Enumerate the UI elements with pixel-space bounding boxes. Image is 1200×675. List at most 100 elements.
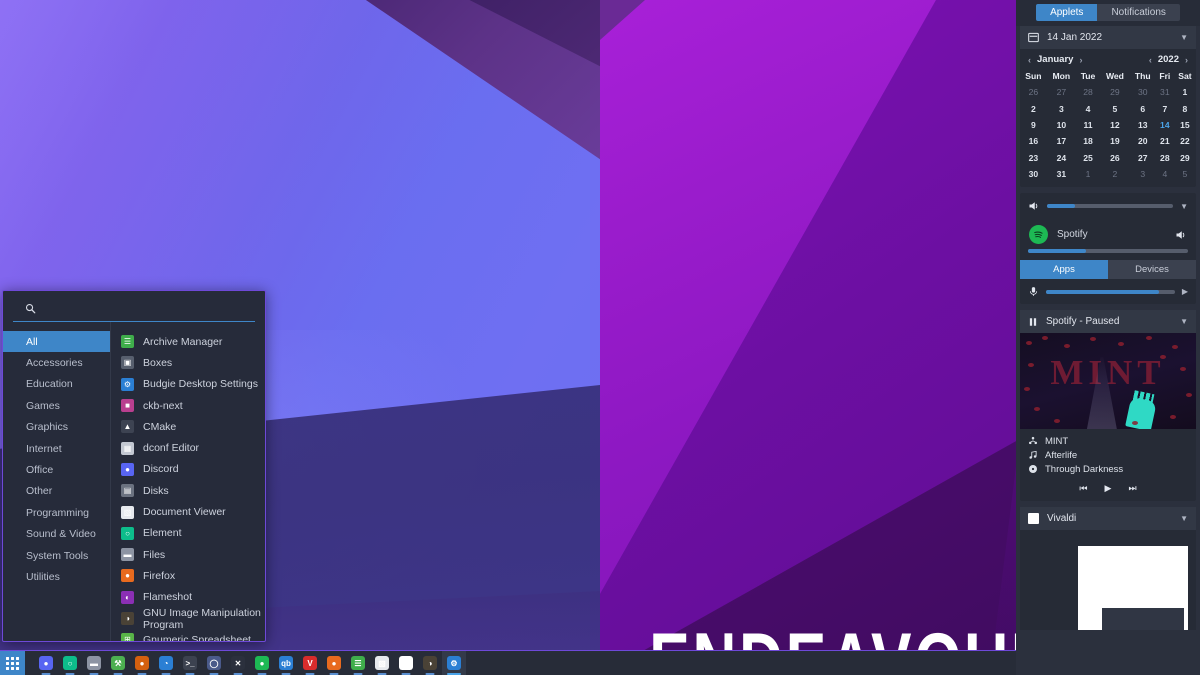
calendar-day[interactable]: 28 <box>1156 150 1174 166</box>
calendar-next-month-button[interactable]: › <box>1079 55 1082 65</box>
taskbar-item[interactable]: ✕ <box>226 651 250 675</box>
taskbar-item[interactable]: V <box>298 651 322 675</box>
category-item[interactable]: Other <box>3 481 110 502</box>
calendar-day[interactable]: 21 <box>1156 133 1174 149</box>
calendar-day[interactable]: 7 <box>1156 100 1174 116</box>
calendar-day[interactable]: 1 <box>1174 84 1196 100</box>
calendar-next-year-button[interactable]: › <box>1185 55 1188 65</box>
raven-tab[interactable]: Notifications <box>1097 4 1180 21</box>
calendar-day[interactable]: 22 <box>1174 133 1196 149</box>
budgie-menu-launcher-button[interactable] <box>0 650 25 675</box>
category-item[interactable]: Graphics <box>3 417 110 438</box>
play-button[interactable]: ▶ <box>1105 483 1112 494</box>
taskbar-item[interactable]: >_ <box>178 651 202 675</box>
application-item[interactable]: ■ ckb-next <box>111 395 265 416</box>
taskbar-item[interactable]: qb <box>274 651 298 675</box>
taskbar-item[interactable]: ● <box>130 651 154 675</box>
raven-tab[interactable]: Applets <box>1036 4 1098 21</box>
calendar-day[interactable]: 27 <box>1047 84 1076 100</box>
output-volume-slider[interactable] <box>1047 204 1174 209</box>
taskbar-item[interactable]: ⚒ <box>106 651 130 675</box>
application-item[interactable]: ○ Element <box>111 523 265 544</box>
media-chevron-down-icon[interactable]: ▼ <box>1180 317 1188 326</box>
calendar-day[interactable]: 5 <box>1174 166 1196 182</box>
calendar-day[interactable]: 31 <box>1156 84 1174 100</box>
calendar-day[interactable]: 9 <box>1020 117 1047 133</box>
category-item[interactable]: All <box>3 331 110 353</box>
application-item[interactable]: ◑ GNU Image Manipulation Program <box>111 607 265 631</box>
calendar-day[interactable]: 16 <box>1020 133 1047 149</box>
sound-segment[interactable]: Apps <box>1020 260 1108 280</box>
next-button[interactable]: ⏭ <box>1128 483 1136 494</box>
calendar-day[interactable]: 11 <box>1076 117 1100 133</box>
taskbar-item[interactable]: ◔ <box>154 651 178 675</box>
calendar-day[interactable]: 15 <box>1174 117 1196 133</box>
application-item[interactable]: ◐ Flameshot <box>111 587 265 608</box>
calendar-day[interactable]: 26 <box>1020 84 1047 100</box>
calendar-day[interactable]: 30 <box>1130 84 1156 100</box>
calendar-day[interactable]: 26 <box>1100 150 1130 166</box>
category-item[interactable]: Internet <box>3 438 110 459</box>
application-item[interactable]: ▤ Disks <box>111 480 265 501</box>
category-item[interactable]: Education <box>3 374 110 395</box>
calendar-day[interactable]: 17 <box>1047 133 1076 149</box>
calendar-day[interactable]: 20 <box>1130 133 1156 149</box>
sound-chevron-down-icon[interactable]: ▼ <box>1180 202 1188 211</box>
category-item[interactable]: Office <box>3 459 110 480</box>
media-player-header[interactable]: Spotify - Paused ▼ <box>1020 310 1196 334</box>
calendar-day[interactable]: 1 <box>1076 166 1100 182</box>
application-item[interactable]: ▧ Document Viewer <box>111 501 265 522</box>
calendar-day[interactable]: 3 <box>1130 166 1156 182</box>
chevron-down-icon[interactable]: ▼ <box>1180 33 1188 42</box>
category-item[interactable]: Games <box>3 395 110 416</box>
calendar-day[interactable]: 25 <box>1076 150 1100 166</box>
application-item[interactable]: ▦ dconf Editor <box>111 437 265 458</box>
output-volume-row[interactable]: ▼ <box>1020 193 1196 219</box>
previous-button[interactable]: ⏮ <box>1079 483 1087 494</box>
calendar-day[interactable]: 12 <box>1100 117 1130 133</box>
application-item[interactable]: ● Discord <box>111 459 265 480</box>
calendar-widget-header[interactable]: 14 Jan 2022 ▼ <box>1020 26 1196 49</box>
category-item[interactable]: Utilities <box>3 566 110 587</box>
application-item[interactable]: ▲ CMake <box>111 416 265 437</box>
application-item[interactable]: ⚙ Budgie Desktop Settings <box>111 374 265 395</box>
calendar-day[interactable]: 19 <box>1100 133 1130 149</box>
taskbar-item[interactable]: ⚙ <box>442 650 466 675</box>
calendar-day-today[interactable]: 14 <box>1156 117 1174 133</box>
taskbar-item[interactable]: ✎ <box>394 651 418 675</box>
app-volume-row[interactable] <box>1020 246 1196 260</box>
calendar-day[interactable]: 13 <box>1130 117 1156 133</box>
calendar-day[interactable]: 18 <box>1076 133 1100 149</box>
application-item[interactable]: ☰ Archive Manager <box>111 331 265 352</box>
sound-segment[interactable]: Devices <box>1108 260 1196 280</box>
search-input[interactable] <box>43 302 243 315</box>
category-item[interactable]: Programming <box>3 502 110 523</box>
calendar-day[interactable]: 5 <box>1100 100 1130 116</box>
taskbar-item[interactable]: ▬ <box>82 651 106 675</box>
category-item[interactable]: Sound & Video <box>3 524 110 545</box>
vivaldi-chevron-down-icon[interactable]: ▼ <box>1180 514 1188 523</box>
taskbar-item[interactable]: ▧ <box>370 651 394 675</box>
input-expand-icon[interactable]: ▶ <box>1182 287 1188 296</box>
application-item[interactable]: ● Firefox <box>111 565 265 586</box>
calendar-day[interactable]: 31 <box>1047 166 1076 182</box>
calendar-day[interactable]: 24 <box>1047 150 1076 166</box>
calendar-day[interactable]: 10 <box>1047 117 1076 133</box>
calendar-day[interactable]: 29 <box>1100 84 1130 100</box>
taskbar-item[interactable]: ● <box>322 651 346 675</box>
taskbar-item[interactable]: ● <box>250 651 274 675</box>
calendar-prev-month-button[interactable]: ‹ <box>1028 55 1031 65</box>
calendar-day[interactable]: 2 <box>1020 100 1047 116</box>
calendar-day[interactable]: 2 <box>1100 166 1130 182</box>
calendar-prev-year-button[interactable]: ‹ <box>1149 55 1152 65</box>
application-item[interactable]: ▣ Boxes <box>111 352 265 373</box>
calendar-day[interactable]: 29 <box>1174 150 1196 166</box>
taskbar-item[interactable]: ◑ <box>418 651 442 675</box>
application-item[interactable]: ▬ Files <box>111 544 265 565</box>
taskbar-item[interactable]: ☰ <box>346 651 370 675</box>
calendar-day[interactable]: 27 <box>1130 150 1156 166</box>
vivaldi-window-preview[interactable] <box>1020 530 1196 631</box>
calendar-day[interactable]: 4 <box>1076 100 1100 116</box>
category-item[interactable]: Accessories <box>3 352 110 373</box>
app-volume-slider[interactable] <box>1028 249 1188 254</box>
